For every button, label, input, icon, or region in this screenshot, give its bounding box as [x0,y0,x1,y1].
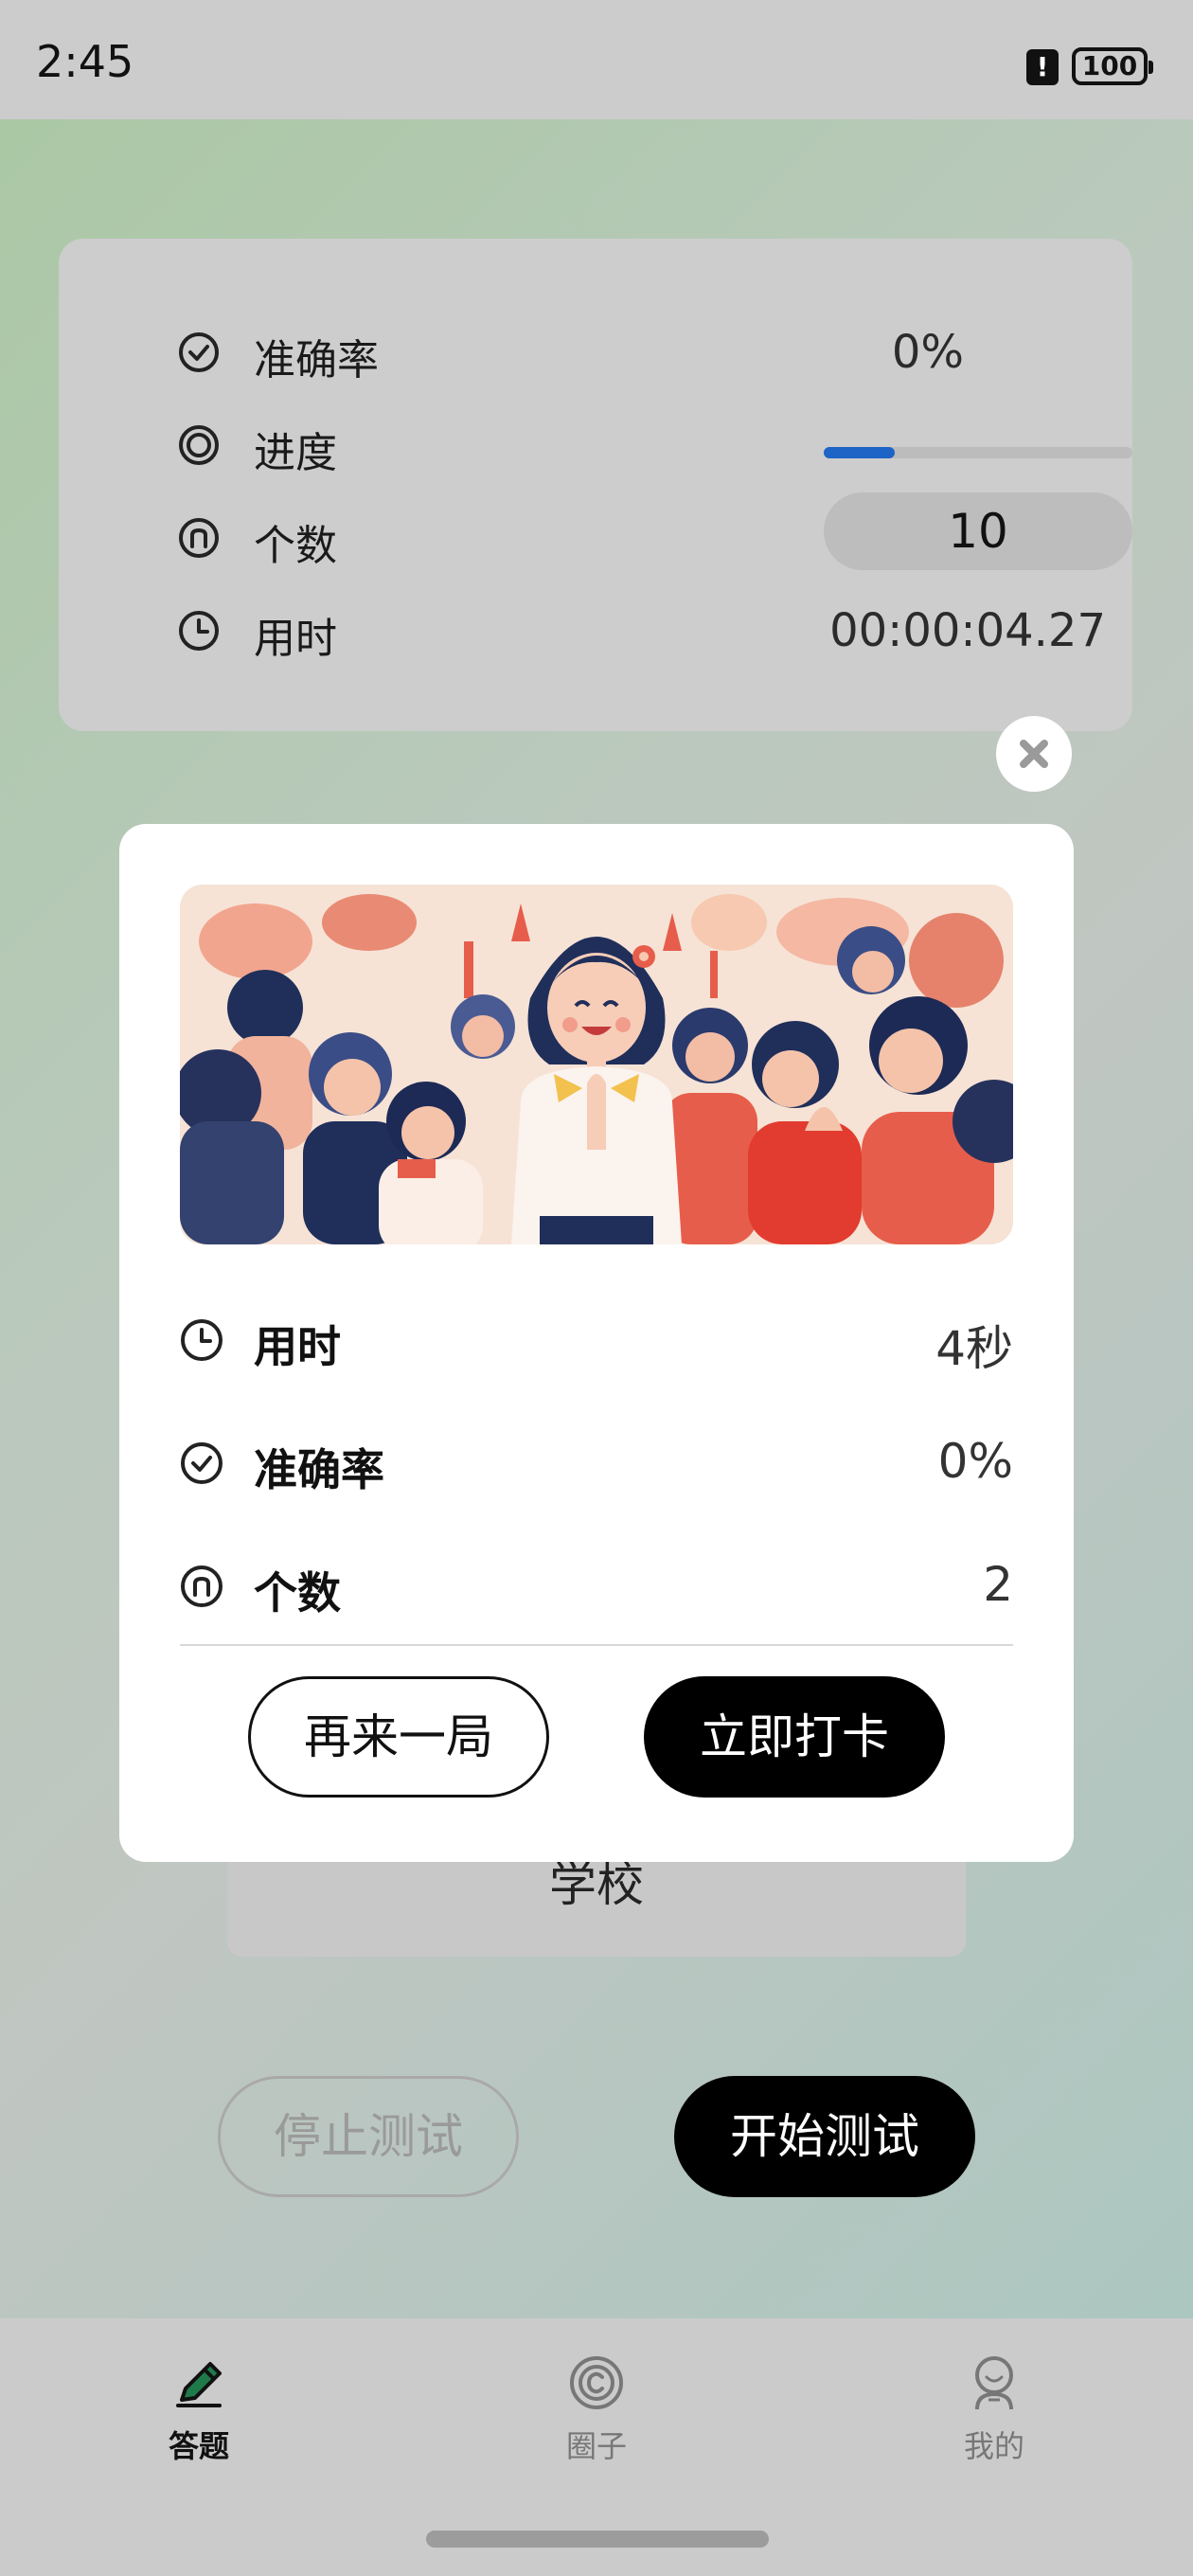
result-accuracy-label: 准确率 [254,1444,384,1495]
count-label: 个数 [254,522,337,570]
close-icon [1020,740,1048,768]
battery-indicator: 100 [1072,47,1153,85]
result-count-label: 个数 [254,1567,341,1619]
progress-bar-fill [824,447,895,458]
result-count-row: 个数 2 [180,1551,1013,1619]
check-circle-icon [179,332,219,372]
result-accuracy-value: 0% [937,1434,1013,1489]
crowd-celebration-illustration [180,885,1013,1244]
profile-icon [975,2356,1013,2410]
home-indicator[interactable] [426,2531,769,2548]
nav-item-answer[interactable]: 答题 [114,2352,284,2466]
status-bar: 2:45 ! 100 [0,0,1193,119]
nav-item-circle[interactable]: 圈子 [511,2352,682,2466]
nav-label-circle: 圈子 [565,2428,627,2464]
result-time-row: 用时 4秒 [180,1305,1013,1376]
clock-icon [181,1319,223,1361]
close-button[interactable] [996,716,1072,792]
pencil-icon [176,2362,222,2407]
n-circle-icon [181,1565,223,1607]
check-circle-icon [181,1442,223,1484]
start-test-button[interactable]: 开始测试 [674,2076,975,2197]
nav-label-answer: 答题 [168,2428,229,2464]
play-again-button[interactable]: 再来一局 [248,1676,549,1798]
result-dialog: 用时 4秒 准确率 0% 个数 2 再来一局 立即打卡 [119,824,1074,1862]
progress-bar [824,447,1132,458]
check-in-button[interactable]: 立即打卡 [644,1676,945,1798]
time-value: 00:00:04.27 [829,604,1106,657]
alert-icon: ! [1026,49,1059,85]
count-selector[interactable]: 10 [824,492,1132,570]
nav-label-mine: 我的 [963,2428,1024,2464]
clock-icon [179,611,219,651]
accuracy-row: 准确率 0% [178,322,1134,385]
result-count-value: 2 [983,1557,1013,1612]
progress-row: 进度 [178,415,1134,477]
result-time-value: 4秒 [935,1321,1013,1376]
stats-card: 准确率 0% 进度 个数 10 用时 00:00:04.27 [59,239,1132,731]
count-row: 个数 10 [178,492,1134,570]
result-accuracy-row: 准确率 0% [180,1428,1013,1495]
nav-item-mine[interactable]: 我的 [909,2352,1079,2466]
stop-test-button[interactable]: 停止测试 [218,2076,519,2197]
accuracy-label: 准确率 [254,336,379,385]
n-circle-icon [179,518,219,558]
result-time-label: 用时 [254,1321,341,1372]
progress-label: 进度 [254,429,337,477]
accuracy-value: 0% [891,326,964,379]
time-row: 用时 00:00:04.27 [178,600,1134,663]
time-label: 用时 [254,615,337,663]
status-time: 2:45 [36,36,134,87]
circle-c-icon [570,2356,623,2409]
divider [180,1644,1013,1646]
target-icon [179,425,219,465]
